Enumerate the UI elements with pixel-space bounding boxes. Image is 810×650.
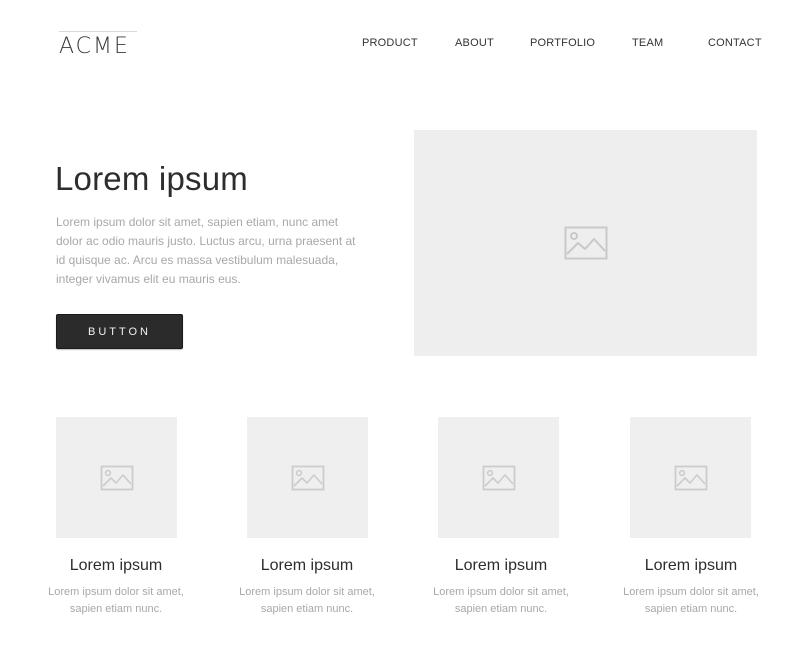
card-image-placeholder	[438, 417, 559, 538]
image-placeholder-icon	[100, 465, 133, 490]
card-image-placeholder	[630, 417, 751, 538]
card-title: Lorem ipsum	[644, 557, 738, 574]
nav-item-about[interactable]: ABOUT	[455, 37, 494, 49]
image-placeholder-icon	[482, 465, 515, 490]
card-image-placeholder	[247, 417, 368, 538]
card-text: Lorem ipsum dolor sit amet, sapien etiam…	[433, 586, 569, 615]
card-image-placeholder	[56, 417, 177, 538]
card-title: Lorem ipsum	[69, 557, 163, 574]
hero-text: Lorem ipsum dolor sit amet, sapien etiam…	[56, 215, 356, 286]
hero-title: Lorem ipsum	[55, 160, 248, 197]
nav-item-contact[interactable]: CONTACT	[708, 37, 762, 49]
hero-image-placeholder	[414, 130, 757, 356]
nav-item-portfolio[interactable]: PORTFOLIO	[530, 37, 595, 49]
image-placeholder-icon	[291, 465, 324, 490]
feature-card: Lorem ipsum Lorem ipsum dolor sit amet, …	[41, 417, 191, 617]
card-title: Lorem ipsum	[260, 557, 354, 574]
card-title: Lorem ipsum	[454, 557, 548, 574]
feature-card: Lorem ipsum Lorem ipsum dolor sit amet, …	[426, 417, 576, 617]
hero-button[interactable]: BUTTON	[56, 314, 183, 349]
image-placeholder-icon	[564, 226, 607, 260]
feature-card: Lorem ipsum Lorem ipsum dolor sit amet, …	[616, 417, 766, 617]
main-nav: PRODUCT ABOUT PORTFOLIO TEAM CONTACT	[0, 37, 810, 53]
card-text: Lorem ipsum dolor sit amet, sapien etiam…	[623, 586, 759, 615]
nav-item-team[interactable]: TEAM	[632, 37, 663, 49]
feature-card: Lorem ipsum Lorem ipsum dolor sit amet, …	[232, 417, 382, 617]
card-text: Lorem ipsum dolor sit amet, sapien etiam…	[239, 586, 375, 615]
card-text: Lorem ipsum dolor sit amet, sapien etiam…	[48, 586, 184, 615]
image-placeholder-icon	[674, 465, 707, 490]
nav-item-product[interactable]: PRODUCT	[362, 37, 418, 49]
